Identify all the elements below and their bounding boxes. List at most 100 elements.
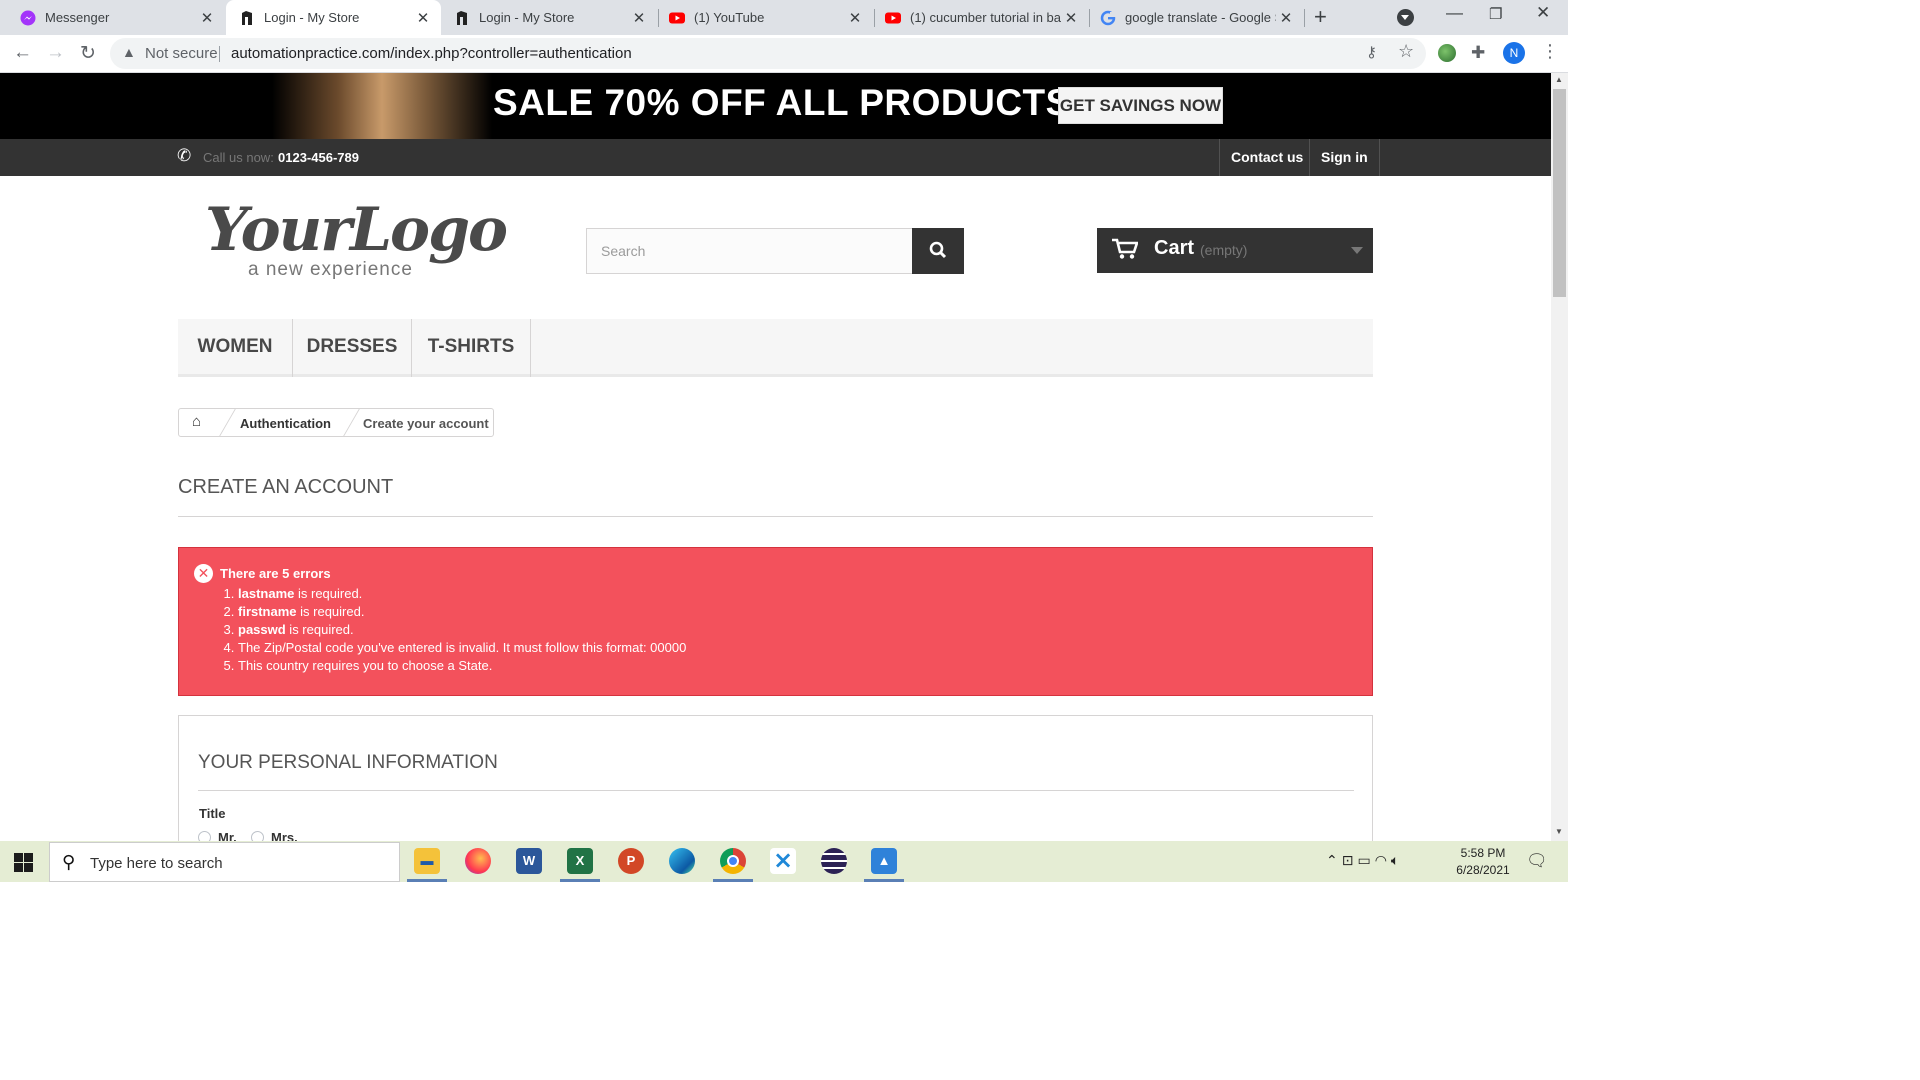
error-item: passwd is required. xyxy=(238,621,686,639)
browser-tab-google[interactable]: google translate - Google S ✕ xyxy=(1090,0,1304,35)
meet-now-icon[interactable]: ⊡ xyxy=(1342,852,1358,868)
error-text: This country requires you to choose a St… xyxy=(238,658,493,673)
notification-center-icon[interactable]: 🗨︎ xyxy=(1526,851,1548,871)
vscode-icon[interactable]: ⨯ xyxy=(770,848,796,874)
security-label[interactable]: Not secure xyxy=(145,45,218,62)
wifi-icon[interactable]: ◠ xyxy=(1375,852,1391,868)
scrollbar-thumb[interactable] xyxy=(1553,89,1566,297)
store-logo[interactable]: YourLogo xyxy=(205,195,508,265)
firefox-icon[interactable] xyxy=(465,848,491,874)
scroll-down-icon[interactable]: ▼ xyxy=(1555,827,1563,836)
phone-number: 0123-456-789 xyxy=(278,150,359,165)
address-bar[interactable]: ▲ Not secure automationpractice.com/inde… xyxy=(110,38,1426,69)
excel-icon[interactable]: X xyxy=(567,848,593,874)
tab-close-icon[interactable]: ✕ xyxy=(1061,9,1081,27)
home-icon[interactable]: ⌂ xyxy=(192,413,201,430)
chevron-up-icon[interactable]: ⌃ xyxy=(1326,852,1342,868)
tab-close-icon[interactable]: ✕ xyxy=(197,9,217,27)
error-text: The Zip/Postal code you've entered is in… xyxy=(238,640,687,655)
tab-title: (1) YouTube xyxy=(694,10,765,25)
breadcrumb-current: Create your account xyxy=(363,416,489,431)
page-scrollbar[interactable]: ▲ ▼ xyxy=(1551,73,1568,841)
tab-close-icon[interactable]: ✕ xyxy=(1276,9,1296,27)
extension-globe-icon[interactable] xyxy=(1438,44,1456,62)
radio-mrs[interactable] xyxy=(251,831,264,841)
search-button[interactable] xyxy=(912,228,964,274)
windows-start-icon[interactable] xyxy=(14,853,33,872)
search-placeholder: Search xyxy=(601,243,646,259)
taskbar-search-placeholder: Type here to search xyxy=(90,855,223,872)
scroll-up-icon[interactable]: ▲ xyxy=(1555,75,1563,84)
error-item: firstname is required. xyxy=(238,603,686,621)
forward-arrow-icon[interactable]: → xyxy=(46,42,65,64)
error-text: is required. xyxy=(294,586,363,601)
tab-search-chevron-icon[interactable] xyxy=(1397,9,1414,26)
cart-block[interactable]: Cart (empty) xyxy=(1097,228,1373,273)
warning-triangle-icon[interactable]: ▲ xyxy=(122,44,136,60)
extensions-puzzle-icon[interactable]: ✚ xyxy=(1471,43,1485,63)
browser-tab-cucumber[interactable]: (1) cucumber tutorial in ban ✕ xyxy=(875,0,1089,35)
browser-menu-icon[interactable]: ⋮ xyxy=(1541,41,1559,62)
chrome-icon[interactable] xyxy=(720,848,746,874)
browser-tab-login-active[interactable]: Login - My Store ✕ xyxy=(226,0,441,35)
title-label: Title xyxy=(199,806,226,821)
radio-mr-label[interactable]: Mr. xyxy=(218,830,237,841)
restore-icon[interactable]: ❐ xyxy=(1489,5,1502,23)
browser-tab-login[interactable]: Login - My Store ✕ xyxy=(442,0,657,35)
taskbar-search-input[interactable]: ⚲ Type here to search xyxy=(49,842,400,882)
reload-icon[interactable]: ↻ xyxy=(80,42,96,65)
back-arrow-icon[interactable]: ← xyxy=(13,42,32,64)
url-text[interactable]: automationpractice.com/index.php?control… xyxy=(231,45,632,62)
profile-avatar[interactable]: N xyxy=(1503,42,1525,64)
battery-icon[interactable]: ▭ xyxy=(1357,852,1374,868)
file-explorer-indicator xyxy=(407,879,447,882)
bookmark-star-icon[interactable]: ☆ xyxy=(1398,41,1414,62)
logo-tagline: a new experience xyxy=(248,259,413,280)
search-input[interactable]: Search xyxy=(586,228,964,274)
radio-mr[interactable] xyxy=(198,831,211,841)
taskbar-clock[interactable]: 5:58 PM 6/28/2021 xyxy=(1448,845,1518,879)
volume-icon[interactable]: 🔈︎ xyxy=(1391,852,1403,868)
tab-title: google translate - Google S xyxy=(1125,10,1276,25)
browser-toolbar: ← → ↻ ▲ Not secure automationpractice.co… xyxy=(0,35,1568,73)
call-us-label: Call us now: xyxy=(203,150,274,165)
get-savings-button[interactable]: GET SAVINGS NOW xyxy=(1058,87,1223,124)
youtube-icon xyxy=(669,12,685,23)
menu-item-women[interactable]: WOMEN xyxy=(178,319,293,377)
breadcrumb: ⌂ Authentication Create your account xyxy=(178,408,494,437)
tab-close-icon[interactable]: ✕ xyxy=(413,9,433,27)
web-page: SALE 70% OFF ALL PRODUCTS GET SAVINGS NO… xyxy=(0,73,1551,841)
word-icon[interactable]: W xyxy=(516,848,542,874)
edge-icon[interactable] xyxy=(669,848,695,874)
radio-mrs-label[interactable]: Mrs. xyxy=(271,830,298,841)
excel-indicator xyxy=(560,879,600,882)
tab-close-icon[interactable]: ✕ xyxy=(845,9,865,27)
phone-icon: ✆ xyxy=(177,146,192,165)
banner-model-image xyxy=(272,73,492,139)
eclipse-icon[interactable] xyxy=(821,848,847,874)
breadcrumb-authentication[interactable]: Authentication xyxy=(240,416,331,431)
chevron-down-icon xyxy=(1351,247,1363,254)
tab-close-icon[interactable]: ✕ xyxy=(629,9,649,27)
browser-tab-messenger[interactable]: Messenger ✕ xyxy=(0,0,225,35)
file-explorer-icon[interactable]: ▬ xyxy=(414,848,440,874)
banner-headline: SALE 70% OFF ALL PRODUCTS xyxy=(493,82,1071,123)
error-item: lastname is required. xyxy=(238,585,686,603)
new-tab-plus-icon[interactable]: + xyxy=(1314,4,1327,30)
system-tray[interactable]: ⌃⊡▭◠🔈︎ xyxy=(1326,852,1403,869)
minimize-icon[interactable]: — xyxy=(1446,3,1463,23)
personal-info-title: YOUR PERSONAL INFORMATION xyxy=(198,752,498,773)
sale-banner[interactable]: SALE 70% OFF ALL PRODUCTS GET SAVINGS NO… xyxy=(0,73,1551,139)
error-field: lastname xyxy=(238,586,295,601)
sign-in-link[interactable]: Sign in xyxy=(1309,139,1380,176)
password-key-icon[interactable]: ⚷ xyxy=(1366,43,1377,61)
contact-us-link[interactable]: Contact us xyxy=(1219,139,1314,176)
error-item: The Zip/Postal code you've entered is in… xyxy=(238,639,686,657)
photos-icon[interactable]: ▲ xyxy=(871,848,897,874)
menu-item-tshirts[interactable]: T-SHIRTS xyxy=(412,319,531,377)
menu-item-dresses[interactable]: DRESSES xyxy=(293,319,412,377)
window-close-icon[interactable]: ✕ xyxy=(1536,3,1550,23)
browser-tab-youtube[interactable]: (1) YouTube ✕ xyxy=(659,0,873,35)
powerpoint-icon[interactable]: P xyxy=(618,848,644,874)
photos-indicator xyxy=(864,879,904,882)
